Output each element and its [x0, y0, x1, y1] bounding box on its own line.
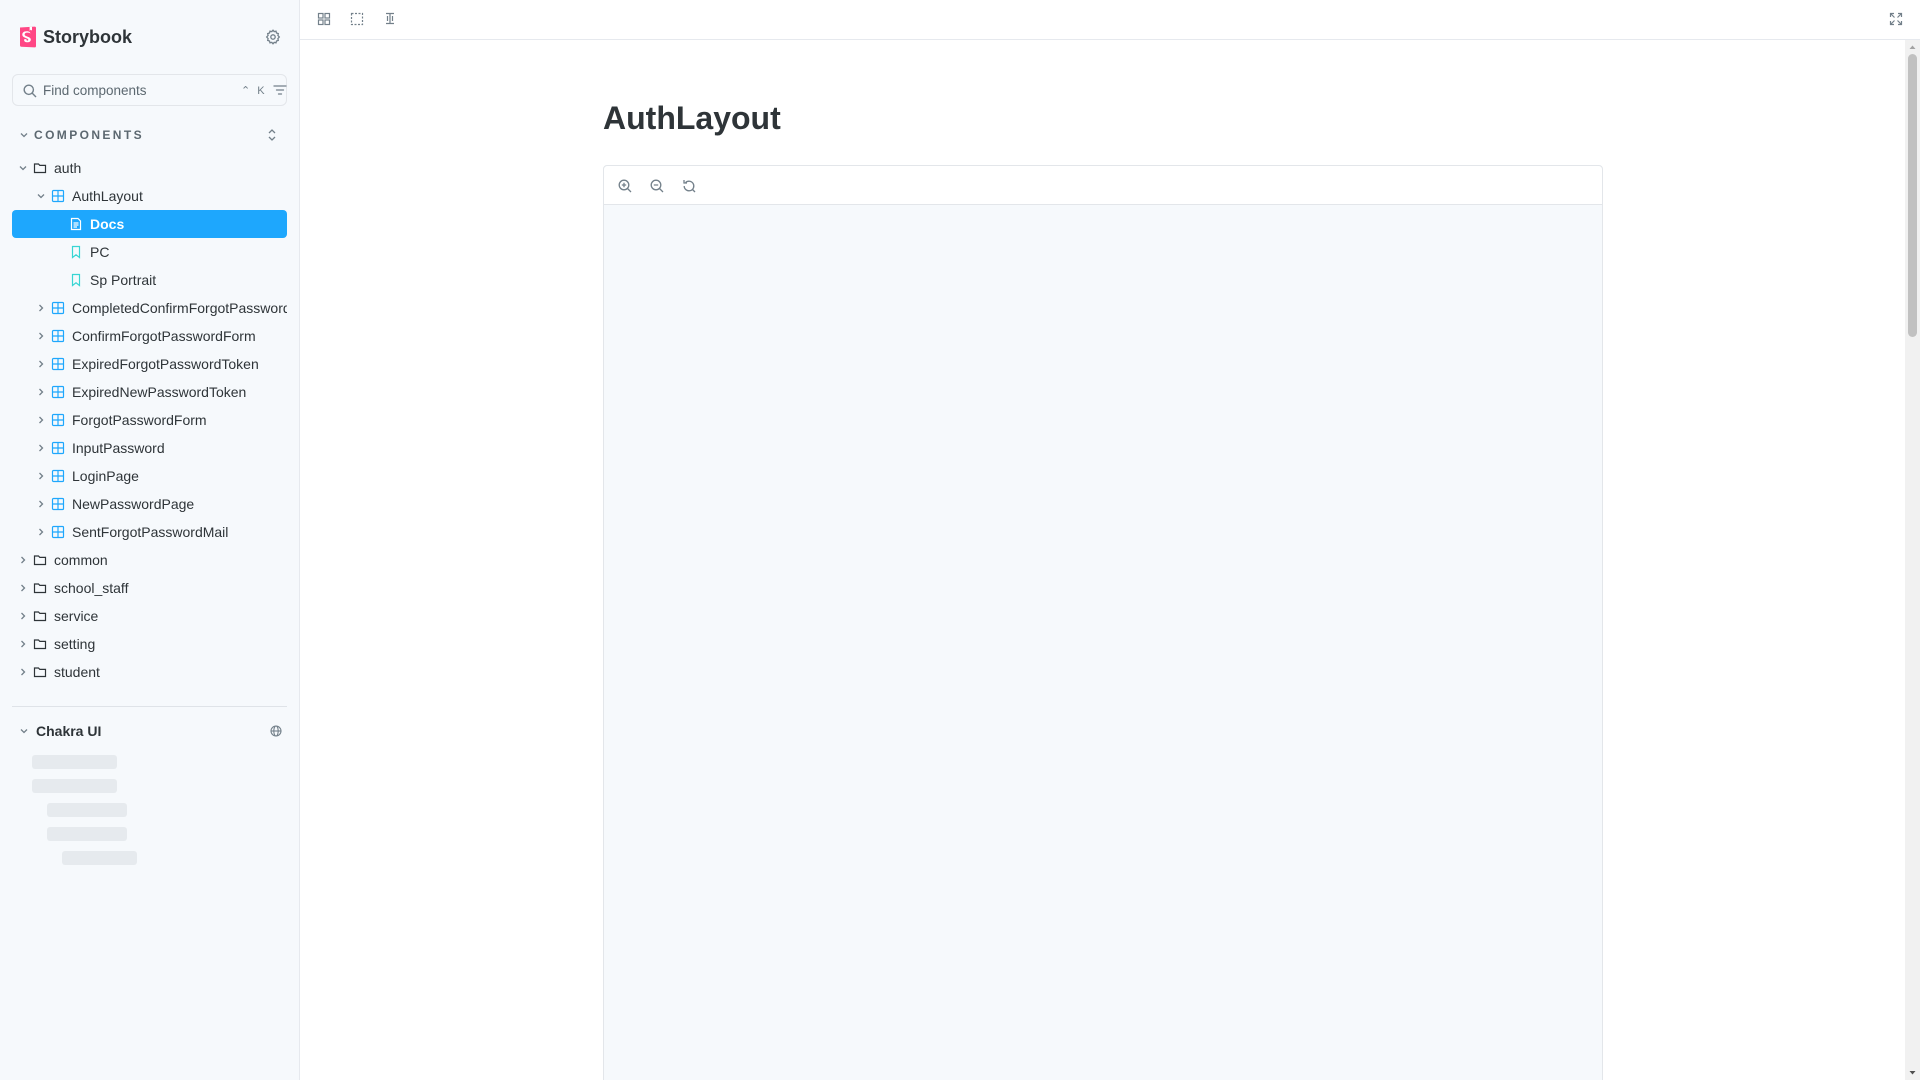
tree-folder-auth[interactable]: auth: [12, 154, 287, 182]
tree-component-inputpassword[interactable]: InputPassword: [12, 434, 287, 462]
tree-component-confirmforgotpasswordform[interactable]: ConfirmForgotPasswordForm: [12, 322, 287, 350]
tree-component-loginpage[interactable]: LoginPage: [12, 462, 287, 490]
folder-icon: [33, 639, 47, 650]
search-input[interactable]: [43, 75, 233, 105]
folder-icon: [33, 555, 47, 566]
grid-icon[interactable]: [316, 11, 332, 27]
tree-folder-setting[interactable]: setting: [12, 630, 287, 658]
sidebar-divider: [12, 706, 287, 707]
zoom-in-icon[interactable]: [617, 178, 633, 194]
component-icon: [51, 329, 65, 343]
loading-skeleton: [47, 803, 127, 817]
chevron-right-icon: [39, 472, 44, 480]
chevron-down-icon: [20, 729, 28, 734]
outline-icon[interactable]: [349, 11, 365, 27]
component-icon: [51, 441, 65, 455]
fullscreen-icon[interactable]: [1888, 11, 1904, 27]
tree-folder-common[interactable]: common: [12, 546, 287, 574]
app-name: Storybook: [43, 26, 133, 47]
chakra-ui-ref-header[interactable]: Chakra UI: [18, 720, 283, 742]
chevron-right-icon: [21, 584, 26, 592]
storybook-logo-icon: [20, 26, 36, 48]
preview-toolbar: [300, 0, 1920, 40]
settings-button[interactable]: [263, 27, 283, 47]
chevron-right-icon: [39, 388, 44, 396]
storybook-brand[interactable]: Storybook: [19, 25, 132, 49]
component-icon: [51, 413, 65, 427]
tree-component-sentforgotpasswordmail[interactable]: SentForgotPasswordMail: [12, 518, 287, 546]
chevron-right-icon: [21, 612, 26, 620]
zoom-reset-icon[interactable]: [681, 178, 697, 194]
search-shortcut: ⌃ K: [241, 85, 267, 97]
chevron-right-icon: [21, 668, 26, 676]
tree-folder-student[interactable]: student: [12, 658, 287, 686]
chevron-right-icon: [39, 360, 44, 368]
tree-component-authlayout[interactable]: AuthLayout: [12, 182, 287, 210]
loading-skeleton: [47, 827, 127, 841]
component-icon: [51, 497, 65, 511]
filter-icon[interactable]: [272, 82, 288, 98]
component-icon: [51, 385, 65, 399]
component-icon: [51, 357, 65, 371]
tree-folder-service[interactable]: service: [12, 602, 287, 630]
component-icon: [51, 469, 65, 483]
loading-skeleton: [32, 755, 117, 769]
bookmark-icon: [71, 245, 81, 259]
gear-icon: [265, 29, 281, 45]
folder-icon: [33, 583, 47, 594]
tree-component-newpasswordpage[interactable]: NewPasswordPage: [12, 490, 287, 518]
chevron-right-icon: [39, 304, 44, 312]
tree-story-sp-portrait[interactable]: Sp Portrait: [12, 266, 287, 294]
document-icon: [70, 217, 82, 231]
chevron-right-icon: [21, 556, 26, 564]
tree-component-forgotpasswordform[interactable]: ForgotPasswordForm: [12, 406, 287, 434]
canvas-toolbar: [604, 166, 1602, 205]
chevron-right-icon: [21, 640, 26, 648]
loading-skeleton: [62, 851, 137, 865]
tree-component-completedconfirmforgotpassword[interactable]: CompletedConfirmForgotPassword: [12, 294, 287, 322]
globe-icon[interactable]: [269, 724, 283, 738]
vertical-scrollbar[interactable]: [1905, 40, 1920, 1080]
chevron-down-icon: [20, 133, 28, 138]
folder-icon: [33, 611, 47, 622]
search-box: ⌃ K: [12, 74, 287, 106]
tree-folder-school-staff[interactable]: school_staff: [12, 574, 287, 602]
scroll-up-arrow-icon[interactable]: [1905, 40, 1920, 54]
tree-component-expiredforgotpasswordtoken[interactable]: ExpiredForgotPasswordToken: [12, 350, 287, 378]
chevron-down-icon: [37, 194, 45, 199]
page-title: AuthLayout: [603, 100, 781, 136]
ref-label: Chakra UI: [36, 723, 102, 739]
story-canvas: [603, 165, 1603, 1080]
loading-skeleton: [32, 779, 117, 793]
chevron-right-icon: [39, 332, 44, 340]
chevron-right-icon: [39, 444, 44, 452]
section-label: COMPONENTS: [34, 128, 145, 142]
chevron-down-icon: [19, 166, 27, 171]
scroll-down-arrow-icon[interactable]: [1905, 1066, 1920, 1080]
tree-component-expirednewpasswordtoken[interactable]: ExpiredNewPasswordToken: [12, 378, 287, 406]
docs-content: AuthLayout: [300, 40, 1905, 1080]
component-tree: auth AuthLayout Docs PC Sp Portrait Comp…: [12, 154, 287, 686]
chevron-right-icon: [39, 528, 44, 536]
chevron-right-icon: [39, 416, 44, 424]
folder-icon: [33, 667, 47, 678]
component-icon: [51, 525, 65, 539]
chevron-right-icon: [39, 500, 44, 508]
search-icon: [23, 84, 37, 98]
scrollbar-thumb[interactable]: [1908, 54, 1917, 337]
zoom-out-icon[interactable]: [649, 178, 665, 194]
component-icon: [51, 301, 65, 315]
folder-icon: [33, 163, 47, 174]
expand-all-icon[interactable]: [265, 127, 279, 143]
sidebar: Storybook ⌃ K COMPONENTS auth: [0, 0, 300, 1080]
tree-story-pc[interactable]: PC: [12, 238, 287, 266]
components-section-header[interactable]: COMPONENTS: [18, 124, 283, 146]
tree-docs-selected[interactable]: Docs: [12, 210, 287, 238]
bookmark-icon: [71, 273, 81, 287]
measure-icon[interactable]: [382, 11, 398, 27]
component-icon: [51, 189, 65, 203]
